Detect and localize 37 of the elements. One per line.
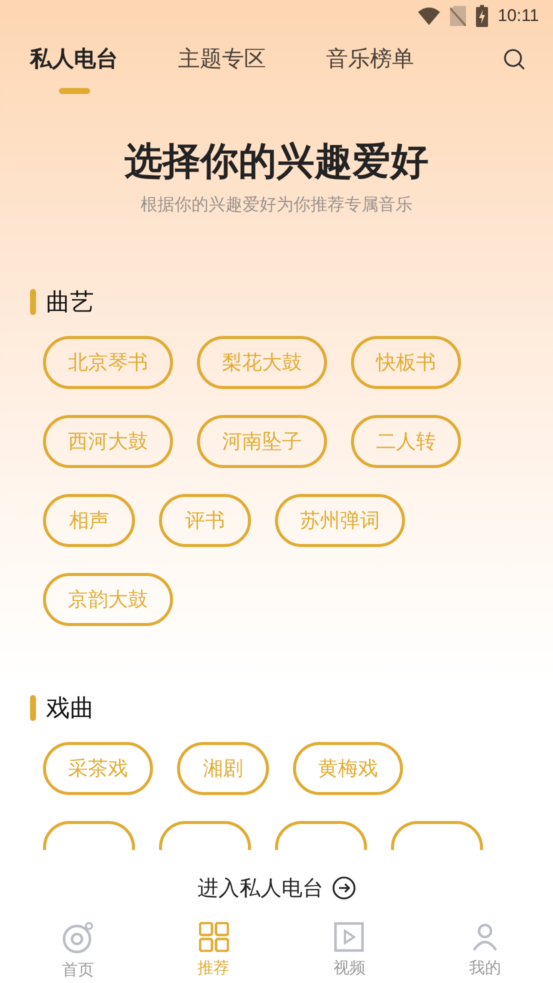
no-sim-icon — [450, 6, 466, 26]
tab[interactable]: 私人电台 — [30, 44, 118, 94]
nav-tab[interactable]: 视频 — [282, 922, 418, 981]
nav-tab[interactable]: 首页 — [10, 922, 146, 981]
interest-tag[interactable]: 河南坠子 — [197, 415, 327, 468]
page-subtitle: 根据你的兴趣爱好为你推荐专属音乐 — [140, 194, 412, 216]
interest-tag[interactable]: 湘剧 — [177, 742, 269, 795]
interest-tag[interactable]: 梨花大鼓 — [197, 336, 327, 389]
wifi-icon — [418, 7, 440, 25]
nav-tab[interactable]: 我的 — [417, 922, 553, 981]
interest-tag[interactable]: 黄梅戏 — [293, 742, 403, 795]
play-icon — [334, 922, 364, 952]
tab[interactable]: 音乐榜单 — [326, 44, 414, 94]
interest-tag[interactable]: 评书 — [159, 494, 251, 547]
nav-tab[interactable]: 推荐 — [146, 922, 282, 981]
interest-tag[interactable]: 京韵大鼓 — [43, 573, 173, 626]
interest-tag[interactable]: 相声 — [43, 494, 135, 547]
arrow-right-circle-icon — [332, 876, 356, 900]
disc-icon — [62, 922, 94, 954]
grid-icon — [198, 922, 229, 952]
search-icon — [503, 48, 525, 70]
search-button[interactable] — [503, 48, 525, 70]
interest-tag[interactable]: 二人转 — [351, 415, 461, 468]
battery-charging-icon — [476, 5, 488, 27]
interest-tag[interactable]: 快板书 — [351, 336, 461, 389]
section-marker — [30, 695, 36, 721]
status-time: 10:11 — [498, 6, 539, 26]
interest-tag[interactable]: 北京琴书 — [43, 336, 173, 389]
section-title: 曲艺 — [46, 287, 94, 318]
interest-tag[interactable]: 苏州弹词 — [275, 494, 405, 547]
interest-tag[interactable]: 采茶戏 — [43, 742, 153, 795]
section-title: 戏曲 — [46, 693, 94, 724]
page-title: 选择你的兴趣爱好 — [124, 138, 428, 185]
interest-tag[interactable]: 西河大鼓 — [43, 415, 173, 468]
section-marker — [30, 289, 36, 315]
enter-station-button[interactable]: 进入私人电台 — [198, 874, 356, 902]
tab[interactable]: 主题专区 — [178, 44, 266, 94]
